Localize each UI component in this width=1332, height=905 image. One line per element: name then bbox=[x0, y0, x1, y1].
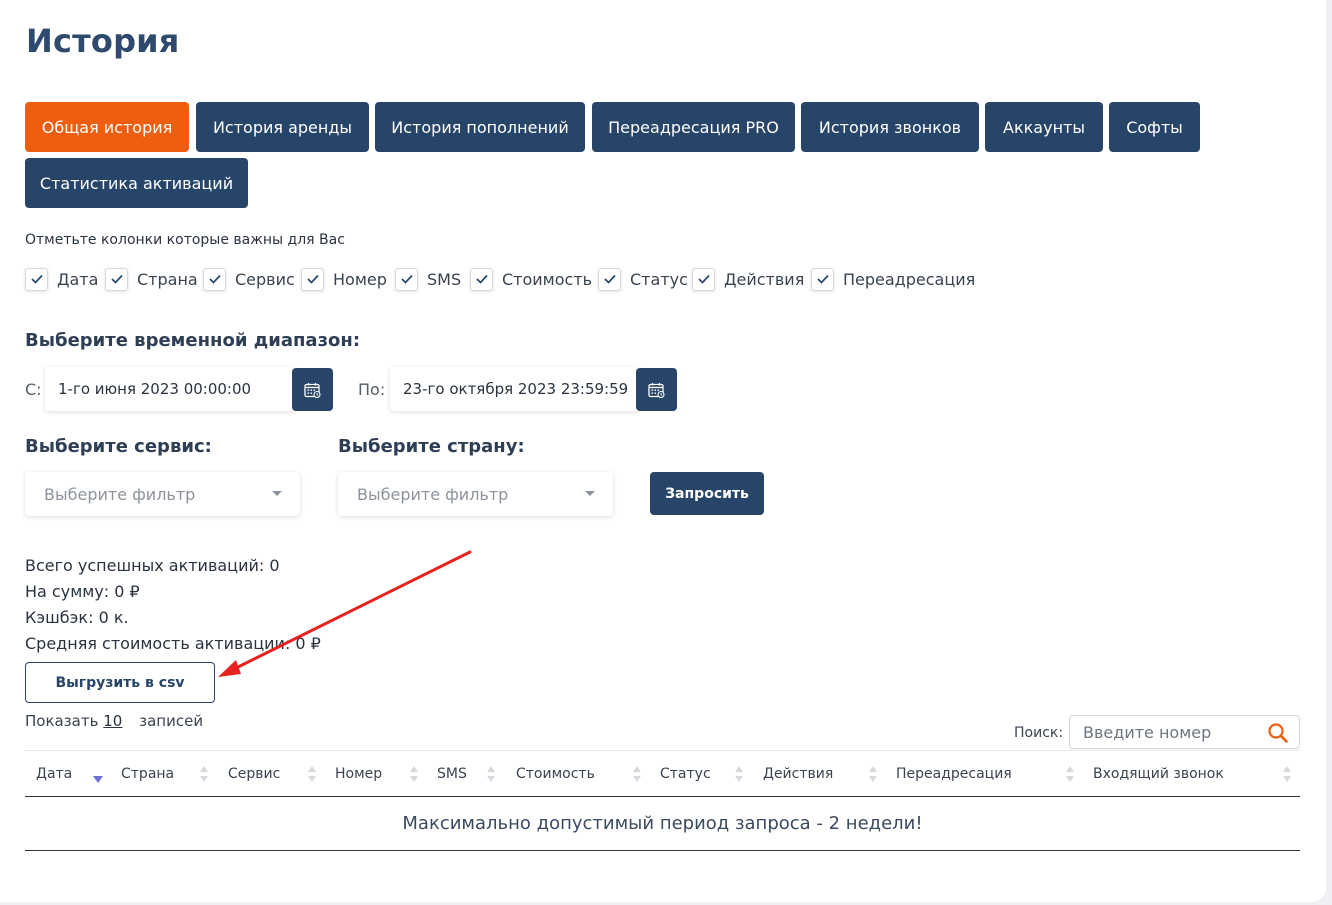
toggle-service[interactable]: Сервис bbox=[203, 266, 295, 292]
search-box[interactable] bbox=[1069, 715, 1300, 749]
range-from-field[interactable]: 1-го июня 2023 00:00:00 bbox=[45, 367, 295, 411]
toggle-label: Номер bbox=[333, 269, 387, 289]
sort-icon[interactable] bbox=[734, 765, 744, 783]
search-icon[interactable] bbox=[1267, 722, 1289, 744]
checkbox-checked-icon[interactable] bbox=[811, 267, 834, 291]
toggle-label: Статус bbox=[630, 269, 688, 289]
th-forwarding[interactable]: Переадресация bbox=[896, 751, 1012, 797]
request-button[interactable]: Запросить bbox=[650, 472, 764, 515]
th-actions[interactable]: Действия bbox=[763, 751, 833, 797]
sort-icon[interactable] bbox=[868, 765, 878, 783]
stat-sum: На сумму: 0 ₽ bbox=[25, 582, 140, 601]
checkbox-checked-icon[interactable] bbox=[203, 267, 226, 291]
checkbox-checked-icon[interactable] bbox=[692, 267, 715, 291]
tab-topup-history[interactable]: История пополнений bbox=[375, 102, 585, 152]
country-heading: Выберите страну: bbox=[338, 436, 525, 457]
sort-icon[interactable] bbox=[1065, 765, 1075, 783]
toggle-status[interactable]: Статус bbox=[598, 266, 688, 292]
range-to-label: По: bbox=[358, 380, 386, 399]
sort-icon[interactable] bbox=[632, 765, 642, 783]
service-select-placeholder: Выберите фильтр bbox=[44, 484, 196, 504]
records-label: записей bbox=[139, 712, 204, 730]
toggle-label: SMS bbox=[427, 269, 462, 289]
range-from-label: С: bbox=[25, 380, 42, 399]
toggle-label: Сервис bbox=[235, 269, 295, 289]
tab-general-history[interactable]: Общая история bbox=[25, 102, 189, 152]
th-service[interactable]: Сервис bbox=[228, 751, 280, 797]
to-calendar-button[interactable] bbox=[636, 368, 677, 411]
checkbox-checked-icon[interactable] bbox=[105, 267, 128, 291]
th-country[interactable]: Страна bbox=[121, 751, 174, 797]
toggle-label: Стоимость bbox=[502, 269, 593, 289]
search-input[interactable] bbox=[1083, 722, 1253, 742]
service-select[interactable]: Выберите фильтр bbox=[25, 472, 300, 516]
tab-software[interactable]: Софты bbox=[1109, 102, 1200, 152]
checkbox-checked-icon[interactable] bbox=[301, 267, 324, 291]
toggle-country[interactable]: Страна bbox=[105, 266, 198, 292]
toggle-sms[interactable]: SMS bbox=[395, 266, 461, 292]
toggle-date[interactable]: Дата bbox=[25, 266, 98, 292]
stat-cashback: Кэшбэк: 0 к. bbox=[25, 608, 129, 627]
th-date[interactable]: Дата bbox=[36, 751, 72, 797]
sort-icon[interactable] bbox=[307, 765, 317, 783]
stat-average-cost: Средняя стоимость активации: 0 ₽ bbox=[25, 634, 321, 653]
page-title: История bbox=[26, 22, 180, 60]
table-empty-message: Максимально допустимый период запроса - … bbox=[25, 797, 1300, 851]
sort-icon[interactable] bbox=[409, 765, 419, 783]
toggle-label: Дата bbox=[57, 269, 99, 289]
page-size-link[interactable]: 10 bbox=[103, 712, 122, 730]
tab-forwarding-pro[interactable]: Переадресация PRO bbox=[592, 102, 795, 152]
country-select-placeholder: Выберите фильтр bbox=[357, 484, 509, 504]
range-heading: Выберите временной диапазон: bbox=[25, 330, 361, 351]
checkbox-checked-icon[interactable] bbox=[598, 267, 621, 291]
range-to-field[interactable]: 23-го октября 2023 23:59:59 bbox=[390, 367, 640, 411]
toggle-forwarding[interactable]: Переадресация bbox=[811, 266, 975, 292]
export-csv-button[interactable]: Выгрузить в csv bbox=[25, 662, 215, 703]
th-status[interactable]: Статус bbox=[660, 751, 711, 797]
checkbox-checked-icon[interactable] bbox=[25, 267, 48, 291]
sort-desc-icon[interactable] bbox=[93, 771, 103, 789]
toggle-label: Действия bbox=[724, 269, 805, 289]
toggle-actions[interactable]: Действия bbox=[692, 266, 804, 292]
th-cost[interactable]: Стоимость bbox=[516, 751, 595, 797]
th-number[interactable]: Номер bbox=[335, 751, 382, 797]
page-size-control: Показать 10 записей bbox=[25, 712, 203, 730]
tab-accounts[interactable]: Аккаунты bbox=[985, 102, 1103, 152]
columns-hint: Отметьте колонки которые важны для Вас bbox=[25, 232, 345, 248]
country-select[interactable]: Выберите фильтр bbox=[338, 472, 613, 516]
calendar-icon bbox=[304, 382, 321, 398]
toggle-cost[interactable]: Стоимость bbox=[470, 266, 592, 292]
caret-down-icon bbox=[272, 491, 282, 496]
toggle-label: Переадресация bbox=[843, 269, 976, 289]
toggle-number[interactable]: Номер bbox=[301, 266, 387, 292]
caret-down-icon bbox=[585, 491, 595, 496]
tab-call-history[interactable]: История звонков bbox=[801, 102, 979, 152]
tab-rent-history[interactable]: История аренды bbox=[196, 102, 369, 152]
column-toggles: Дата Страна Сервис Номер SMS Стоимость С… bbox=[25, 266, 1125, 292]
page-card: История Общая история История аренды Ист… bbox=[0, 0, 1326, 902]
service-heading: Выберите сервис: bbox=[25, 436, 212, 457]
table-header: Дата Страна Сервис Номер SMS Стоимость С… bbox=[25, 750, 1300, 797]
sort-icon[interactable] bbox=[199, 765, 209, 783]
show-label: Показать bbox=[25, 712, 99, 730]
th-sms[interactable]: SMS bbox=[437, 751, 467, 797]
checkbox-checked-icon[interactable] bbox=[470, 267, 493, 291]
tab-activation-stats[interactable]: Статистика активаций bbox=[25, 158, 248, 208]
search-label: Поиск: bbox=[1014, 725, 1064, 741]
sort-icon[interactable] bbox=[486, 765, 496, 783]
toggle-label: Страна bbox=[137, 269, 198, 289]
th-incoming-call[interactable]: Входящий звонок bbox=[1093, 751, 1224, 797]
stat-total-activations: Всего успешных активаций: 0 bbox=[25, 556, 280, 575]
sort-icon[interactable] bbox=[1282, 765, 1292, 783]
calendar-icon bbox=[648, 382, 665, 398]
from-calendar-button[interactable] bbox=[292, 368, 333, 411]
checkbox-checked-icon[interactable] bbox=[395, 267, 418, 291]
